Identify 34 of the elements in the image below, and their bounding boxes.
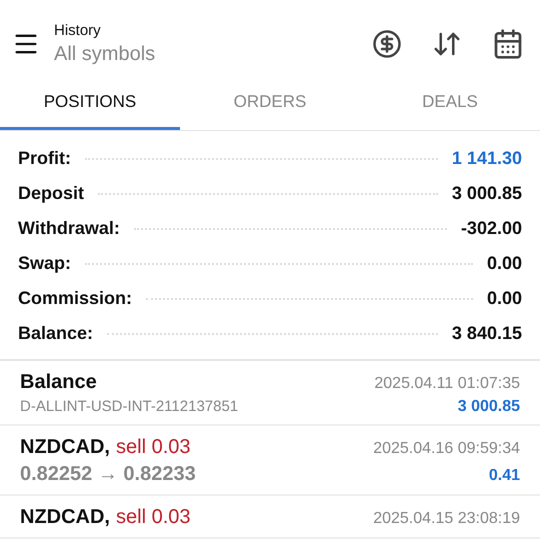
summary-label: Profit: [18,147,71,170]
calendar-icon[interactable] [492,28,524,60]
summary-value: 3 000.85 [452,182,522,205]
summary-label: Swap: [18,252,72,275]
summary-label: Deposit [18,182,84,205]
deal-time: 2025.04.16 09:59:34 [373,440,520,458]
tab[interactable]: POSITIONS [0,76,180,130]
deal-amount: 3 000.85 [458,398,520,416]
symbol-filter[interactable]: All symbols [54,43,342,66]
deal-time: 2025.04.15 23:08:19 [373,510,520,528]
summary-value: 0.00 [486,287,522,310]
trade-side: sell 0.03 [116,506,190,528]
deal-amount: 0.41 [488,467,520,485]
deal-row[interactable]: NZDCAD, sell 0.03 2025.04.16 09:59:34 0.82252 → 0.82233 0.41 [0,426,540,496]
symbol: NZDCAD, [20,436,110,458]
trade-side: sell 0.03 [116,436,190,458]
deal-row[interactable]: NZDCAD, sell 0.03 2025.04.15 23:08:19 [0,496,540,539]
tab[interactable]: ORDERS [180,76,360,130]
summary-value: 3 840.15 [452,322,522,345]
deal-comment: D-ALLINT-USD-INT-2112137851 [20,398,238,415]
summary-value: 1 141.30 [452,147,522,170]
dollar-circle-icon[interactable] [372,29,402,59]
summary-value: -302.00 [460,217,522,240]
symbol: NZDCAD, [20,506,110,528]
tab[interactable]: DEALS [360,76,540,130]
deal-time: 2025.04.11 01:07:35 [374,375,520,393]
screen-title: History [54,22,102,39]
summary-label: Withdrawal: [18,217,120,240]
summary-value: 0.00 [486,252,522,275]
summary-label: Balance: [18,322,94,345]
price-change: 0.82252 → 0.82233 [20,463,196,486]
summary-label: Commission: [18,287,132,310]
deal-title: Balance [20,371,97,393]
deal-row[interactable]: Balance 2025.04.11 01:07:35 D-ALLINT-USD-INT-2112137851 3 000.85 [0,361,540,426]
